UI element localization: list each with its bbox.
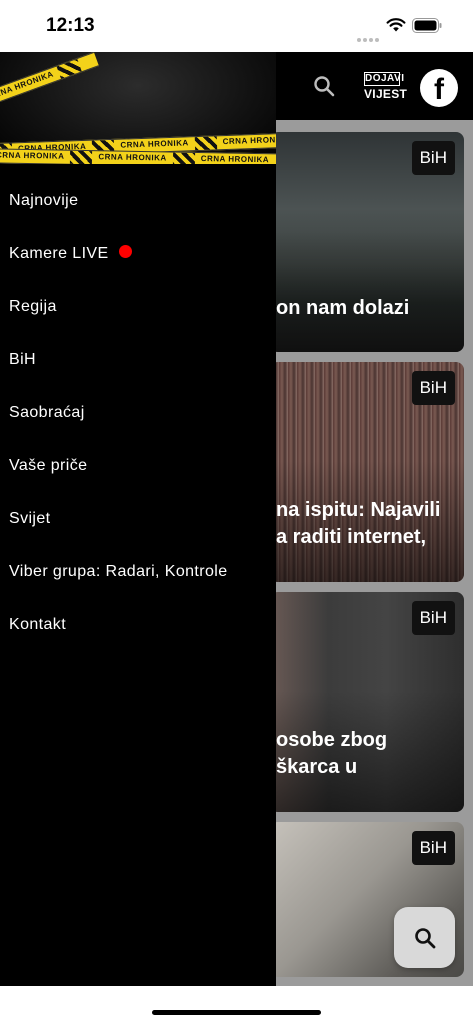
tape-label: CRNA HRONIKA — [120, 138, 189, 150]
status-bar: 12:13 — [0, 0, 473, 52]
tape-label: CRNA HRONIKA — [98, 152, 167, 163]
facebook-icon[interactable]: f — [420, 69, 458, 107]
status-time: 12:13 — [46, 15, 95, 36]
screen: 12:13 DOJAVI VIJEST f BiH on nam dolazi … — [0, 0, 473, 1024]
menu-item-saobracaj[interactable]: Saobraćaj — [9, 404, 85, 422]
category-badge: BiH — [411, 371, 455, 405]
home-indicator-bar — [0, 986, 473, 1024]
menu-item-kontakt[interactable]: Kontakt — [9, 616, 66, 634]
menu-item-label: Svijet — [9, 510, 51, 527]
article-title: na ispitu: Najavili a raditi internet, — [276, 499, 441, 548]
crime-tape: CRNA HRONIKA CRNA HRONIKA CRNA HRONIKA — [0, 148, 276, 164]
menu-item-label: Kamere LIVE — [9, 245, 109, 262]
category-badge: BiH — [411, 141, 455, 175]
card-overlay — [270, 231, 464, 352]
menu-item-kamere-live[interactable]: Kamere LIVE — [9, 245, 132, 263]
category-badge: BiH — [411, 831, 455, 865]
navigation-drawer: CRNA HRONIKA CRNA HRONIKA CRNA HRONIKA CRN… — [0, 52, 276, 986]
menu-item-label: Kontakt — [9, 616, 67, 633]
cellular-signal-icon — [357, 29, 381, 42]
menu-item-bih[interactable]: BiH — [9, 351, 36, 369]
menu-item-viber-grupa[interactable]: Viber grupa: Radari, Kontrole — [9, 563, 228, 581]
menu-item-label: Regija — [9, 298, 57, 315]
menu-item-svijet[interactable]: Svijet — [9, 510, 51, 528]
article-title: on nam dolazi — [276, 297, 410, 319]
tape-label: CRNA HRONIKA — [200, 154, 270, 164]
floating-search-button[interactable] — [394, 907, 455, 968]
live-indicator-icon — [118, 245, 132, 258]
menu-item-label: Saobraćaj — [9, 404, 85, 421]
menu-item-label: Viber grupa: Radari, Kontrole — [9, 563, 228, 580]
search-icon — [415, 928, 436, 949]
tape-label: CRNA HRONIKA — [0, 69, 55, 102]
menu-item-najnovije[interactable]: Najnovije — [9, 192, 78, 210]
menu-item-label: Najnovije — [9, 192, 79, 209]
article-card[interactable]: BiH osobe zbog škarca u — [270, 592, 464, 812]
drawer-banner: CRNA HRONIKA CRNA HRONIKA CRNA HRONIKA CRN… — [0, 52, 276, 164]
tape-label: CRNA HRONIKA — [0, 150, 65, 161]
article-card[interactable]: BiH on nam dolazi — [270, 132, 464, 352]
dojavi-label: DOJAVI — [364, 72, 405, 86]
battery-icon — [412, 18, 442, 33]
search-icon[interactable] — [312, 74, 336, 98]
category-badge: BiH — [411, 601, 455, 635]
article-card[interactable]: BiH na ispitu: Najavili a raditi interne… — [270, 362, 464, 582]
menu-item-label: BiH — [9, 351, 36, 368]
wifi-icon — [386, 18, 406, 32]
menu-item-label: Vaše priče — [9, 457, 88, 474]
vijest-label: VIJEST — [364, 87, 408, 101]
home-indicator[interactable] — [152, 1010, 321, 1015]
tape-label: CRNA HRONIKA — [222, 134, 276, 147]
dojavi-vijest-button[interactable]: DOJAVI VIJEST — [364, 72, 408, 104]
menu-item-vase-price[interactable]: Vaše priče — [9, 457, 87, 475]
article-title: osobe zbog škarca u — [276, 729, 388, 778]
crime-tape: CRNA HRONIKA — [0, 52, 99, 108]
menu-item-regija[interactable]: Regija — [9, 298, 57, 316]
